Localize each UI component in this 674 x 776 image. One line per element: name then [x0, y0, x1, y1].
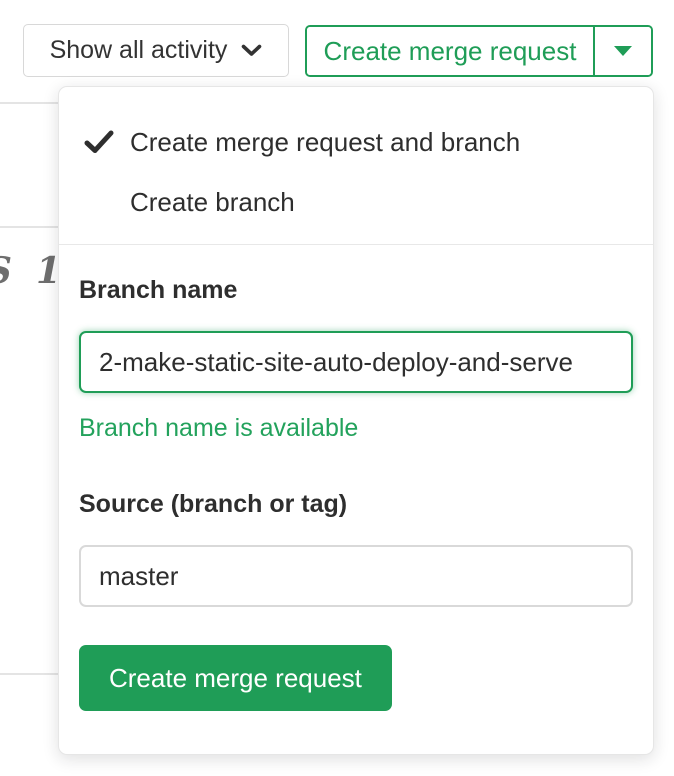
submit-create-merge-request-button[interactable]: Create merge request: [79, 645, 392, 711]
branch-name-input[interactable]: [79, 331, 633, 393]
background-divider-middle: [0, 226, 58, 228]
create-merge-request-dropdown: Create merge request and branch Create b…: [58, 86, 654, 755]
check-icon: [84, 130, 118, 154]
create-merge-request-button[interactable]: Create merge request: [307, 27, 595, 75]
dropdown-option-list: Create merge request and branch Create b…: [59, 87, 653, 245]
branch-name-label: Branch name: [79, 276, 238, 304]
background-partial-text: S: [0, 250, 12, 292]
branch-name-available-message: Branch name is available: [79, 414, 359, 442]
show-all-activity-button[interactable]: Show all activity: [23, 24, 289, 77]
create-merge-request-split-button: Create merge request: [305, 25, 653, 77]
chevron-down-icon: [241, 44, 262, 57]
create-merge-request-label: Create merge request: [323, 35, 577, 66]
caret-down-icon: [614, 46, 632, 56]
submit-button-label: Create merge request: [109, 662, 362, 693]
create-branch-form: Branch name Branch name is available Sou…: [59, 245, 653, 711]
option-create-merge-request-and-branch[interactable]: Create merge request and branch: [59, 112, 653, 172]
source-input[interactable]: [79, 545, 633, 607]
background-divider-bottom: [0, 673, 58, 675]
option-label: Create branch: [130, 186, 295, 217]
create-merge-request-caret-button[interactable]: [595, 27, 651, 75]
source-label: Source (branch or tag): [79, 490, 348, 518]
show-all-activity-label: Show all activity: [49, 36, 228, 64]
option-create-branch[interactable]: Create branch: [59, 172, 653, 232]
option-label: Create merge request and branch: [130, 126, 521, 157]
background-divider-top: [0, 102, 58, 104]
